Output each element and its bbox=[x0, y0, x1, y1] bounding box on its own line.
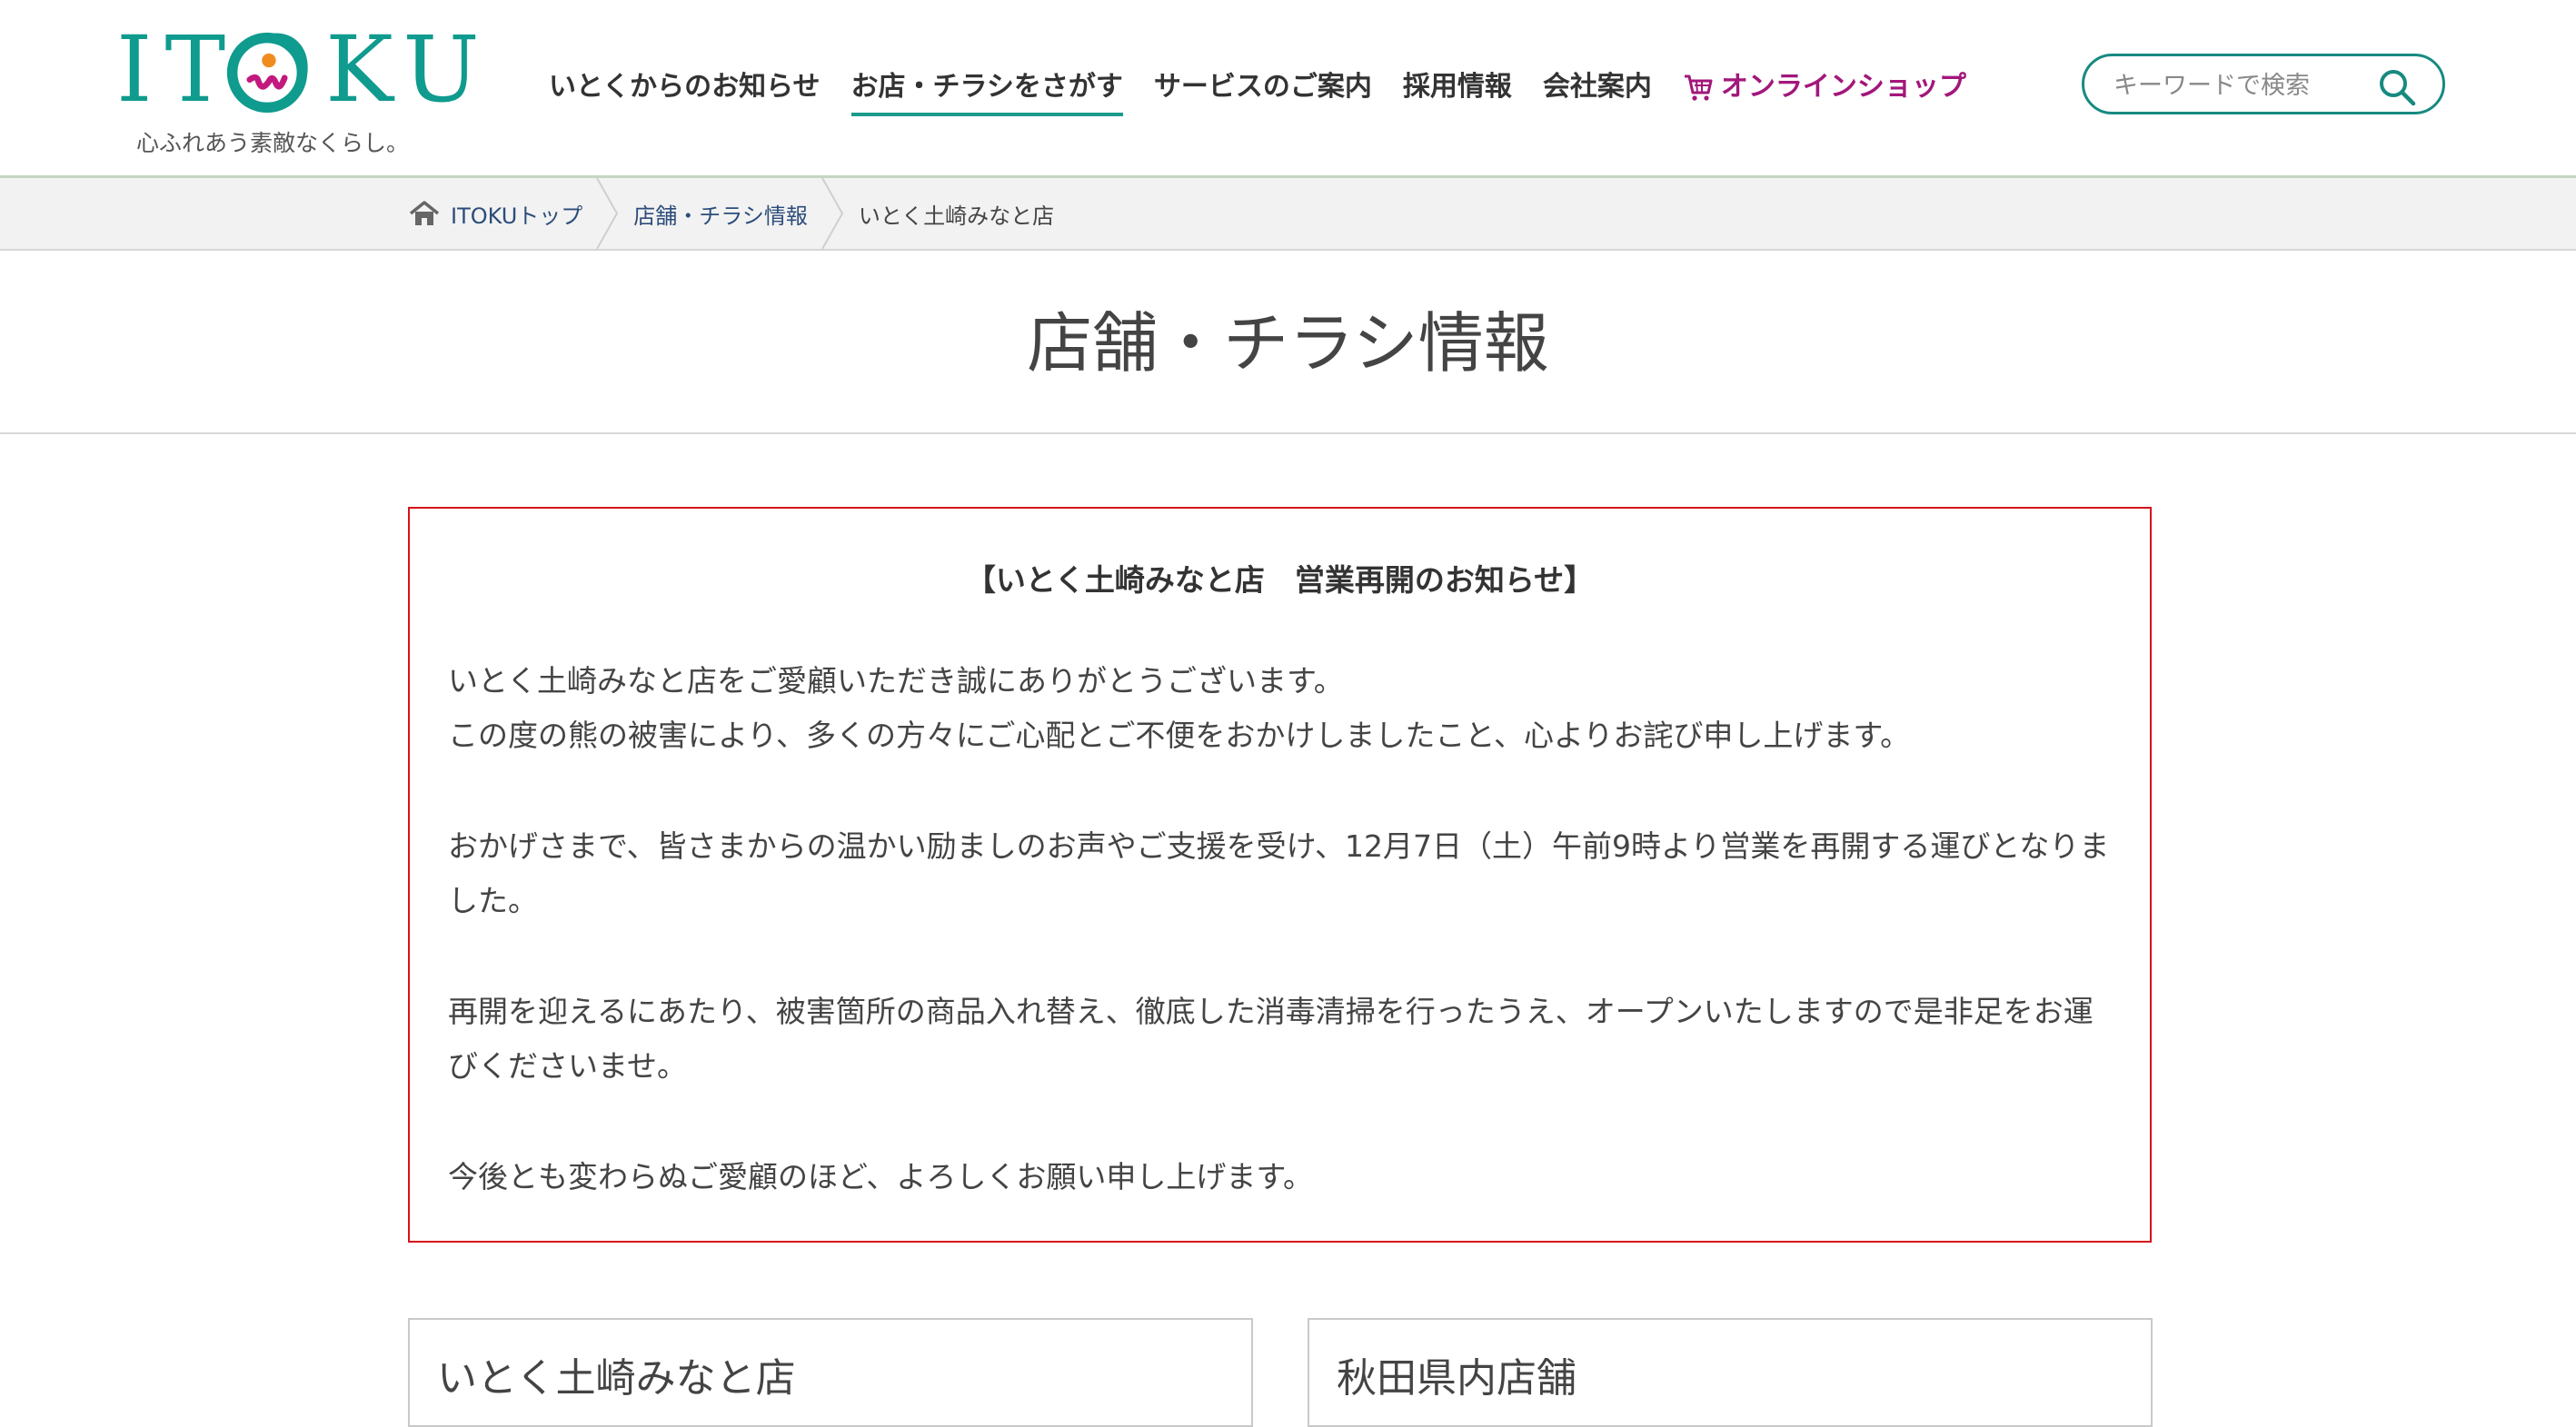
nav-company[interactable]: 会社案内 bbox=[1543, 60, 1652, 114]
nav-stores-flyers[interactable]: お店・チラシをさがす bbox=[850, 60, 1124, 116]
notice-paragraph: 再開を迎えるにあたり、被害箇所の商品入れ替え、徹底した消毒清掃を行ったうえ、オー… bbox=[448, 994, 2094, 1084]
notice-paragraph: いとく土崎みなと店をご愛顧いただき誠にありがとうございます。 この度の熊の被害に… bbox=[448, 663, 1911, 753]
breadcrumb-separator bbox=[821, 178, 843, 249]
breadcrumb-home[interactable]: ITOKUトップ bbox=[409, 198, 582, 230]
notice-box: 【いとく土崎みなと店 営業再開のお知らせ】 いとく土崎みなと店をご愛顧いただき誠… bbox=[408, 507, 2152, 1243]
breadcrumb-home-label: ITOKUトップ bbox=[451, 203, 583, 229]
page-title: 店舗・チラシ情報 bbox=[1027, 305, 1549, 382]
notice-paragraph: 今後とも変わらぬご愛顧のほど、よろしくお願い申し上げます。 bbox=[448, 1159, 1314, 1194]
logo-mark-icon bbox=[226, 32, 308, 114]
search-icon[interactable] bbox=[2377, 67, 2417, 107]
nav-news[interactable]: いとくからのお知らせ bbox=[549, 60, 821, 114]
itoku-logo[interactable]: ITOKU 心ふれあう素敵なくらし。 bbox=[116, 16, 480, 162]
nav-online-shop[interactable]: オンラインショップ bbox=[1683, 60, 1966, 114]
logo-tagline: 心ふれあう素敵なくらし。 bbox=[136, 130, 410, 156]
nav-recruit[interactable]: 採用情報 bbox=[1403, 60, 1512, 114]
breadcrumb-separator bbox=[596, 178, 619, 249]
online-shop-label: オンラインショップ bbox=[1720, 71, 1966, 103]
notice-title: 【いとく土崎みなと店 営業再開のお知らせ】 bbox=[965, 562, 1595, 598]
site-header: ITOKU 心ふれあう素敵なくらし。 いとくからのお知らせ お店・チラシをさがす… bbox=[0, 0, 2576, 178]
breadcrumb-current: いとく土崎みなと店 bbox=[858, 203, 1055, 229]
nav-services[interactable]: サービスのご案内 bbox=[1154, 60, 1372, 114]
prefecture-stores-card: 秋田県内店舗 bbox=[1308, 1318, 2153, 1427]
breadcrumb-stores[interactable]: 店舗・チラシ情報 bbox=[633, 198, 808, 230]
home-icon bbox=[409, 201, 440, 225]
store-card-title: いとく土崎みなと店 bbox=[437, 1355, 796, 1402]
breadcrumb-trail: ITOKUトップ 店舗・チラシ情報 いとく土崎みなと店 bbox=[409, 178, 1054, 249]
prefecture-stores-title: 秋田県内店舗 bbox=[1337, 1355, 1576, 1402]
search-input[interactable] bbox=[2112, 65, 2379, 105]
store-card: いとく土崎みなと店 bbox=[408, 1318, 1253, 1427]
breadcrumb: ITOKUトップ 店舗・チラシ情報 いとく土崎みなと店 bbox=[0, 178, 2576, 251]
search-box bbox=[2082, 54, 2445, 114]
page-title-band: 店舗・チラシ情報 bbox=[0, 251, 2576, 434]
cart-icon bbox=[1684, 74, 1713, 101]
main-nav: いとくからのお知らせ お店・チラシをさがす サービスのご案内 採用情報 会社案内… bbox=[549, 60, 1966, 116]
notice-paragraph: おかげさまで、皆さまからの温かい励ましのお声やご支援を受け、12月7日（土）午前… bbox=[448, 828, 2110, 918]
